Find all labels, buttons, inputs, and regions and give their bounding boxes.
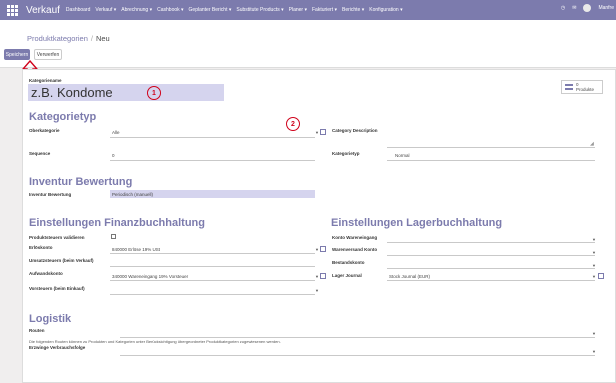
cattype-field[interactable] — [387, 160, 595, 161]
stock-valuation-label: Bestandskonto — [332, 260, 365, 265]
save-button[interactable]: Speichern — [4, 49, 30, 60]
journal-external-link-icon[interactable] — [598, 273, 604, 279]
breadcrumb-current: Neu — [95, 34, 110, 43]
desc-textarea[interactable] — [387, 126, 595, 148]
section-finanzbuchhaltung: Einstellungen Finanzbuchhaltung — [29, 217, 205, 229]
parent-field[interactable] — [110, 137, 315, 138]
top-navbar: Verkauf Dashboard Verkauf ▾ Abrechnung ▾… — [0, 0, 616, 20]
list-icon — [565, 84, 573, 90]
products-label: Produkte — [576, 87, 595, 92]
purchase-tax-dropdown-icon[interactable]: ▼ — [315, 288, 319, 293]
main-menu: Dashboard Verkauf ▾ Abrechnung ▾ Cashboo… — [66, 7, 403, 13]
journal-value: Stock Journal (EUR) — [389, 274, 431, 279]
expense-external-link-icon[interactable] — [320, 273, 326, 279]
apps-grid-icon[interactable] — [7, 3, 21, 17]
name-placeholder: z.B. Kondome — [31, 85, 113, 100]
section-inventur: Inventur Bewertung — [29, 176, 133, 188]
routes-field[interactable] — [120, 337, 595, 338]
expense-label: Aufwandskonto — [29, 271, 63, 276]
purchase-tax-label: Vorsteuern (beim Einkauf) — [29, 286, 85, 291]
products-smart-button[interactable]: 0 Produkte — [561, 80, 603, 94]
expense-dropdown-icon[interactable]: ▼ — [315, 274, 319, 279]
user-name[interactable]: Manfre — [598, 5, 614, 11]
routes-label: Routen — [29, 328, 45, 333]
income-value: 840000 Erlöse 19% USt — [112, 247, 161, 252]
app-brand[interactable]: Verkauf — [26, 5, 60, 16]
form-sheet: 0 Produkte Kategoriename z.B. Kondome 1 … — [22, 69, 616, 383]
avatar[interactable] — [583, 4, 592, 12]
section-lagerbuchhaltung: Einstellungen Lagerbuchhaltung — [331, 217, 503, 229]
annotation-2: 2 — [286, 117, 300, 131]
chat-icon[interactable]: ✉ — [572, 5, 576, 11]
menu-cashbook[interactable]: Cashbook ▾ — [157, 7, 183, 13]
stock-in-label: Konto Wareneingang — [332, 235, 378, 240]
income-dropdown-icon[interactable]: ▼ — [315, 247, 319, 252]
discard-button[interactable]: Verwerfen — [34, 49, 62, 60]
menu-fakturiert[interactable]: Fakturiert ▾ — [312, 7, 337, 13]
parent-label: Oberkategorie — [29, 128, 60, 133]
systray: ◷ ✉ Manfre — [561, 4, 614, 12]
income-label: Erlöskonto — [29, 245, 53, 250]
journal-label: Lager Journal — [332, 273, 362, 278]
menu-dashboard[interactable]: Dashboard — [66, 7, 90, 13]
validate-taxes-label: Produktsteuern validieren — [29, 235, 85, 240]
journal-field[interactable] — [387, 280, 595, 281]
stock-valuation-dropdown-icon[interactable]: ▼ — [592, 263, 596, 268]
menu-substitute-products[interactable]: Substitute Products ▾ — [236, 7, 283, 13]
sales-tax-field[interactable] — [110, 266, 315, 267]
sequence-field[interactable] — [110, 160, 315, 161]
menu-konfiguration[interactable]: Konfiguration ▾ — [369, 7, 402, 13]
income-external-link-icon[interactable] — [320, 246, 326, 252]
name-label: Kategoriename — [29, 78, 62, 83]
menu-planer[interactable]: Planer ▾ — [289, 7, 307, 13]
inventory-label: Inventur Bewertung — [29, 192, 72, 197]
breadcrumb-separator: / — [90, 34, 93, 43]
control-panel: Produktkategorien / Neu — [0, 20, 616, 68]
sequence-value: 0 — [112, 153, 115, 158]
parent-external-link-icon[interactable] — [320, 129, 326, 135]
stock-out-field[interactable] — [387, 255, 595, 256]
menu-abrechnung[interactable]: Abrechnung ▾ — [121, 7, 152, 13]
purchase-tax-field[interactable] — [110, 294, 315, 295]
removal-strategy-dropdown-icon[interactable]: ▼ — [592, 349, 596, 354]
breadcrumb: Produktkategorien / Neu — [27, 34, 110, 43]
stock-out-label: Warenversand Konto — [332, 247, 378, 252]
removal-strategy-field[interactable] — [120, 355, 595, 356]
expense-value: 340000 Wareneingang 19% Vorsteuer — [112, 274, 189, 279]
journal-dropdown-icon[interactable]: ▼ — [592, 274, 596, 279]
cattype-value: Normal — [395, 153, 410, 158]
stock-in-field[interactable] — [387, 242, 595, 243]
validate-taxes-checkbox[interactable] — [111, 234, 116, 239]
routes-help-text: Die folgenden Routen können zu Produkten… — [29, 339, 281, 344]
removal-strategy-label: Erzwinge Verbrauchsfolge — [29, 345, 86, 350]
routes-dropdown-icon[interactable]: ▼ — [592, 331, 596, 336]
sequence-label: Sequence — [29, 151, 51, 156]
sales-tax-label: Umsatzsteuern (beim Verkauf) — [29, 258, 94, 263]
cattype-label: Kategorietyp — [332, 151, 360, 156]
stock-out-dropdown-icon[interactable]: ▼ — [592, 250, 596, 255]
resize-handle-icon[interactable]: ◢ — [590, 141, 594, 147]
breadcrumb-parent[interactable]: Produktkategorien — [27, 34, 88, 43]
section-kategorietyp: Kategorietyp — [29, 111, 97, 123]
expense-field[interactable] — [110, 280, 315, 281]
parent-value: Alle — [112, 130, 120, 135]
desc-label: Category Description — [332, 128, 378, 133]
menu-berichte[interactable]: Berichte ▾ — [342, 7, 364, 13]
inventory-value: Periodisch (manuell) — [112, 192, 154, 197]
stock-in-dropdown-icon[interactable]: ▼ — [592, 237, 596, 242]
menu-verkauf[interactable]: Verkauf ▾ — [95, 7, 116, 13]
income-field[interactable] — [110, 253, 315, 254]
section-logistik: Logistik — [29, 313, 72, 325]
stock-valuation-field[interactable] — [387, 268, 595, 269]
parent-dropdown-icon[interactable]: ▼ — [315, 130, 319, 135]
clock-icon[interactable]: ◷ — [561, 5, 565, 11]
menu-geplanter-bericht[interactable]: Geplanter Bericht ▾ — [189, 7, 232, 13]
annotation-1: 1 — [147, 86, 161, 100]
